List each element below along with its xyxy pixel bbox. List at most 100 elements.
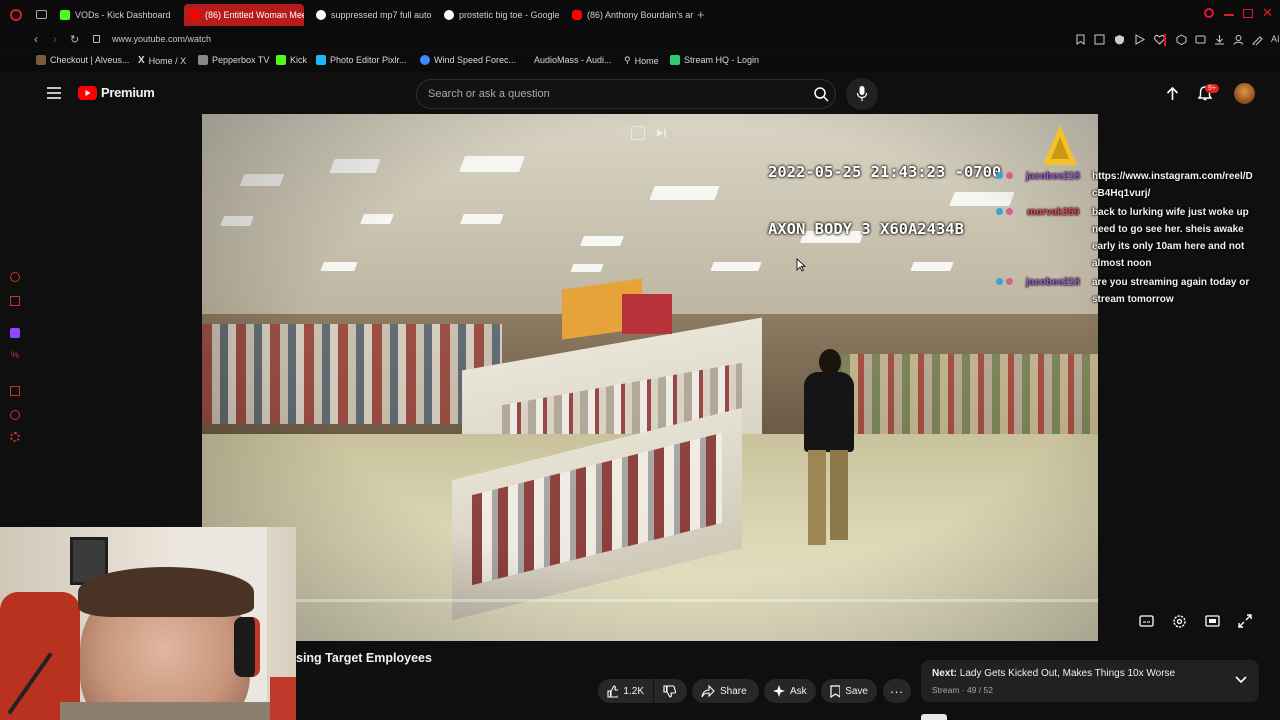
tab-anthony-bourdain[interactable]: (86) Anthony Bourdain's ar xyxy=(566,4,694,26)
tab-title: (86) Entitled Woman Meets xyxy=(205,10,304,20)
chat-badge-icon xyxy=(1006,208,1013,215)
ai-label[interactable]: AI xyxy=(1271,34,1280,45)
video-player[interactable]: 2022-05-25 21:43:23 -0700 AXON BODY 3 X6… xyxy=(202,114,1098,641)
red-gaming-chair xyxy=(0,592,80,720)
playlist-thumbnail-edge xyxy=(921,714,947,720)
avatar[interactable] xyxy=(1234,83,1255,104)
lock-icon xyxy=(93,35,100,43)
next-video-panel[interactable]: Next: Lady Gets Kicked Out, Makes Things… xyxy=(921,660,1259,702)
tab-workspace-icon[interactable] xyxy=(36,10,47,19)
shield-icon[interactable] xyxy=(1114,34,1125,45)
google-icon xyxy=(316,10,326,20)
extension-cube-icon[interactable] xyxy=(1176,34,1187,45)
bookmark-stream-hq[interactable]: Stream HQ - Login xyxy=(670,55,759,65)
sidebar-twitch-icon[interactable] xyxy=(10,328,20,338)
video-title: sing Target Employees xyxy=(296,651,432,665)
chat-username: jacobee218 xyxy=(1026,277,1080,288)
sidebar-settings-icon[interactable] xyxy=(10,432,20,442)
back-icon[interactable]: ‹ xyxy=(34,32,38,46)
address-bar-tools xyxy=(1076,34,1165,45)
settings-gear-icon[interactable] xyxy=(1172,614,1187,629)
chat-badge-icon xyxy=(996,208,1003,215)
google-icon xyxy=(444,10,454,20)
tab-kick-dashboard[interactable]: VODs - Kick Dashboard xyxy=(54,4,182,26)
bookmark-pixlr[interactable]: Photo Editor Pixlr... xyxy=(316,55,407,65)
bookmark-kick[interactable]: Kick xyxy=(276,55,307,65)
sidebar-percent-icon[interactable]: % xyxy=(11,350,19,360)
dislike-button[interactable] xyxy=(654,679,687,703)
search-input[interactable]: Search or ask a question xyxy=(428,88,550,100)
bookmark-x[interactable]: X Home / X xyxy=(138,55,186,66)
chat-text: https://www.instagram.com/reel/D cB4Hq1v… xyxy=(1092,171,1253,199)
bookmark-icon[interactable] xyxy=(1076,34,1085,45)
skip-icon[interactable] xyxy=(656,128,666,138)
bookmark-wind-speed[interactable]: Wind Speed Forec... xyxy=(420,55,516,65)
pepperbox-icon xyxy=(198,55,208,65)
youtube-header: Premium Search or ask a question 9+ xyxy=(0,74,1280,114)
youtube-icon xyxy=(572,10,582,20)
streamer-shirt xyxy=(60,702,280,720)
red-object xyxy=(270,677,296,720)
sidebar-bag-icon[interactable] xyxy=(10,296,20,306)
next-video-title[interactable]: Lady Gets Kicked Out, Makes Things 10x W… xyxy=(960,668,1175,679)
upload-icon[interactable] xyxy=(1166,86,1179,102)
video-progress-bar[interactable] xyxy=(202,599,1098,602)
share-button[interactable]: Share xyxy=(692,679,759,703)
chevron-down-icon[interactable] xyxy=(1235,676,1247,684)
chat-text: are you streaming again today or stream … xyxy=(1092,277,1250,305)
bookmark-alveus[interactable]: Checkout | Alveus... xyxy=(36,55,129,65)
tab-title: suppressed mp7 full auto xyxy=(331,10,432,20)
browser-sidebar: % xyxy=(0,74,30,527)
wallet-icon[interactable] xyxy=(1195,34,1206,45)
save-button[interactable]: Save xyxy=(821,679,877,703)
bookmark-pepperbox[interactable]: Pepperbox TV xyxy=(198,55,269,65)
reload-icon[interactable]: ↻ xyxy=(70,33,79,46)
bookmark-audiomass[interactable]: AudioMass - Audi... xyxy=(534,55,612,65)
miniplayer-icon[interactable] xyxy=(631,126,645,140)
save-bookmark-icon xyxy=(830,684,841,698)
theater-mode-icon[interactable] xyxy=(1205,614,1220,628)
search-box[interactable]: Search or ask a question xyxy=(416,79,836,109)
player-controls-right xyxy=(1139,614,1252,629)
sidebar-notes-icon[interactable] xyxy=(10,386,20,396)
tab-entitled-woman[interactable]: (86) Entitled Woman Meets xyxy=(184,4,304,26)
url-field[interactable]: www.youtube.com/watch xyxy=(112,34,211,44)
profile-icon[interactable] xyxy=(1233,34,1244,45)
like-count: 1.2K xyxy=(623,685,644,697)
close-window-icon[interactable]: ✕ xyxy=(1262,5,1273,21)
bodycam-timestamp: 2022-05-25 21:43:23 -0700 AXON BODY 3 X6… xyxy=(768,163,1002,238)
minimize-icon[interactable] xyxy=(1224,14,1234,16)
ai-pen-icon[interactable] xyxy=(1252,34,1263,45)
tab-suppressed-mp7[interactable]: suppressed mp7 full auto xyxy=(310,4,436,26)
play-icon[interactable] xyxy=(1134,34,1145,45)
new-tab-icon[interactable]: + xyxy=(697,7,705,22)
search-icon[interactable] xyxy=(814,87,829,102)
playlist-progress: Stream · 49 / 52 xyxy=(932,685,993,695)
voice-search-button[interactable] xyxy=(846,78,878,110)
mouse-cursor-icon xyxy=(796,258,806,272)
toolbar-divider xyxy=(1164,34,1166,46)
fullscreen-icon[interactable] xyxy=(1238,614,1252,628)
search-tabs-icon[interactable] xyxy=(1204,8,1214,18)
sidebar-clock-icon[interactable] xyxy=(10,410,20,420)
opera-logo-icon[interactable] xyxy=(10,9,22,21)
like-button[interactable]: 1.2K xyxy=(598,679,653,703)
more-actions-button[interactable]: ... xyxy=(883,679,911,703)
snapshot-icon[interactable] xyxy=(1094,34,1105,45)
sidebar-history-icon[interactable] xyxy=(10,272,20,282)
tab-title: (86) Anthony Bourdain's ar xyxy=(587,10,694,20)
download-icon[interactable] xyxy=(1214,34,1225,45)
extension-icons: AI xyxy=(1176,34,1280,45)
youtube-logo[interactable]: Premium xyxy=(78,85,155,100)
forward-icon[interactable]: › xyxy=(53,32,57,46)
tab-prostetic-toe[interactable]: prostetic big toe - Google xyxy=(438,4,564,26)
bookmark-home[interactable]: ⚲ Home xyxy=(624,55,659,66)
youtube-icon xyxy=(190,10,200,20)
maximize-icon[interactable] xyxy=(1243,9,1253,18)
x-logo-icon: X xyxy=(138,55,145,66)
ask-button[interactable]: Ask xyxy=(764,679,816,703)
stream-hq-icon xyxy=(670,55,680,65)
notification-badge: 9+ xyxy=(1205,84,1219,93)
hamburger-menu-icon[interactable] xyxy=(47,87,61,99)
subtitles-icon[interactable] xyxy=(1139,614,1154,628)
